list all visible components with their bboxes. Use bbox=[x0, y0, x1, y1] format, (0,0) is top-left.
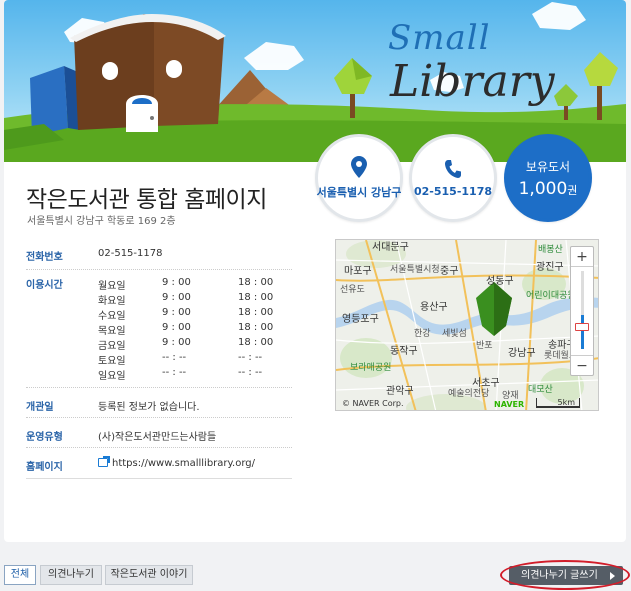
map-label: 중구 bbox=[440, 266, 459, 277]
map-label: 동작구 bbox=[390, 346, 418, 357]
map-copyright: © NAVER Corp. bbox=[342, 399, 404, 408]
hours-table: 월요일 9 : 00 18 : 00 화요일 9 : 00 18 : 00 수요일 9 :… bbox=[98, 276, 288, 382]
phone-row-value: 02-515-1178 bbox=[98, 248, 163, 259]
hours-day: 월요일 bbox=[98, 281, 126, 292]
map-label: 관악구 bbox=[386, 386, 414, 397]
hours-close: 18 : 00 bbox=[238, 322, 274, 333]
hours-day: 수요일 bbox=[98, 311, 126, 322]
map-zoom-control: + − bbox=[570, 246, 594, 376]
hours-close: 18 : 00 bbox=[238, 292, 274, 303]
books-value-wrap: 1,000권 bbox=[519, 179, 578, 199]
books-value: 1,000 bbox=[518, 178, 568, 199]
map-label: 반포 bbox=[476, 341, 493, 351]
hours-close: 18 : 00 bbox=[238, 337, 274, 348]
hours-open: 9 : 00 bbox=[162, 322, 191, 333]
type-row-label: 운영유형 bbox=[26, 432, 63, 443]
map-label: 세빛섬 bbox=[442, 329, 467, 339]
zoom-track-empty bbox=[581, 271, 584, 315]
hours-open: 9 : 00 bbox=[162, 292, 191, 303]
books-unit: 권 bbox=[567, 183, 578, 197]
map-label: 예술의전당 bbox=[448, 389, 490, 399]
brand-library-text: Library bbox=[390, 56, 555, 107]
homepage-row-label: 홈페이지 bbox=[26, 462, 63, 473]
location-circle[interactable]: 서울특별시 강남구 bbox=[315, 134, 403, 222]
hours-open: -- : -- bbox=[162, 367, 187, 378]
tab-discussion[interactable]: 의견나누기 bbox=[40, 565, 102, 585]
zoom-slider-handle[interactable] bbox=[575, 323, 589, 331]
phone-label: 02-515-1178 bbox=[413, 184, 492, 198]
hours-close: 18 : 00 bbox=[238, 307, 274, 318]
hours-open: 9 : 00 bbox=[162, 307, 191, 318]
map-pin-icon bbox=[351, 156, 367, 178]
hours-day: 화요일 bbox=[98, 296, 126, 307]
hours-close: -- : -- bbox=[238, 352, 263, 363]
map-label: 서대문구 bbox=[372, 242, 409, 253]
external-link-icon bbox=[98, 456, 110, 467]
hours-row: 목요일 9 : 00 18 : 00 bbox=[98, 321, 288, 337]
map-label: 한강 bbox=[414, 329, 431, 339]
homepage-link[interactable]: https://www.smalllibrary.org/ bbox=[112, 458, 255, 469]
info-row-hours: 이용시간 월요일 9 : 00 18 : 00 화요일 9 : 00 18 : 00 수… bbox=[26, 270, 292, 388]
map-label: 어린이대공원 bbox=[526, 291, 576, 301]
page-title: 작은도서관 통합 홈페이지 bbox=[26, 187, 267, 213]
info-row-opened: 개관일 등록된 정보가 없습니다. bbox=[26, 388, 292, 418]
info-table: 전화번호 02-515-1178 이용시간 월요일 9 : 00 18 : 00 화… bbox=[26, 238, 292, 479]
hours-open: -- : -- bbox=[162, 352, 187, 363]
hours-row: 금요일 9 : 00 18 : 00 bbox=[98, 336, 288, 352]
location-map[interactable]: 서대문구 마포구 서울특별시청 중구 성동구 광진구 배봉산 어린이대공원 선유… bbox=[335, 239, 599, 411]
brand-logo: Small Library bbox=[388, 18, 588, 106]
info-row-type: 운영유형 (사)작은도서관만드는사람들 bbox=[26, 418, 292, 448]
map-label: 대모산 bbox=[528, 385, 553, 395]
hours-row: 월요일 9 : 00 18 : 00 bbox=[98, 276, 288, 292]
tab-all[interactable]: 전체 bbox=[4, 565, 36, 585]
map-label: 용산구 bbox=[420, 302, 448, 313]
map-label: 배봉산 bbox=[538, 245, 563, 255]
books-count-circle: 보유도서 1,000권 bbox=[504, 134, 592, 222]
hours-row: 토요일 -- : -- -- : -- bbox=[98, 351, 288, 367]
hours-day: 일요일 bbox=[98, 371, 126, 382]
hours-close: -- : -- bbox=[238, 367, 263, 378]
zoom-in-button[interactable]: + bbox=[571, 247, 593, 267]
hours-row: 수요일 9 : 00 18 : 00 bbox=[98, 306, 288, 322]
naver-logo[interactable]: NAVER bbox=[494, 400, 524, 409]
hours-day: 금요일 bbox=[98, 341, 126, 352]
homepage-link-wrap[interactable]: https://www.smalllibrary.org/ bbox=[98, 456, 255, 469]
library-address: 서울특별시 강남구 학동로 169 2층 bbox=[27, 216, 176, 227]
hours-row-label: 이용시간 bbox=[26, 280, 63, 291]
hours-open: 9 : 00 bbox=[162, 337, 191, 348]
opened-row-value: 등록된 정보가 없습니다. bbox=[98, 402, 200, 413]
map-label: 강남구 bbox=[508, 348, 536, 359]
hours-close: 18 : 00 bbox=[238, 277, 274, 288]
type-row-value: (사)작은도서관만드는사람들 bbox=[98, 432, 217, 443]
map-label: 보라매공원 bbox=[350, 363, 392, 373]
info-row-phone: 전화번호 02-515-1178 bbox=[26, 238, 292, 270]
opened-row-label: 개관일 bbox=[26, 402, 54, 413]
map-scale: 5km bbox=[536, 398, 580, 408]
books-title: 보유도서 bbox=[525, 159, 571, 174]
hours-row: 화요일 9 : 00 18 : 00 bbox=[98, 291, 288, 307]
zoom-out-button[interactable]: − bbox=[571, 355, 593, 375]
brand-small-text: Small bbox=[388, 18, 491, 58]
write-post-button[interactable]: 의견나누기 글쓰기 bbox=[509, 566, 623, 585]
location-label: 서울특별시 강남구 bbox=[316, 186, 402, 199]
phone-icon bbox=[445, 159, 461, 178]
hours-day: 목요일 bbox=[98, 326, 126, 337]
page: Small Library 서울특별시 강남구 02-515-1178 보유도서… bbox=[0, 0, 631, 591]
write-post-label: 의견나누기 글쓰기 bbox=[521, 570, 598, 581]
map-label: 마포구 bbox=[344, 266, 372, 277]
hours-open: 9 : 00 bbox=[162, 277, 191, 288]
tab-library-stories[interactable]: 작은도서관 이야기 bbox=[105, 565, 193, 585]
map-label: 영등포구 bbox=[342, 314, 379, 325]
map-label: 성동구 bbox=[486, 276, 514, 287]
map-label: 서울특별시청 bbox=[390, 265, 440, 275]
arrow-right-icon bbox=[610, 572, 615, 580]
hours-row: 일요일 -- : -- -- : -- bbox=[98, 366, 288, 382]
phone-circle[interactable]: 02-515-1178 bbox=[409, 134, 497, 222]
map-label: 광진구 bbox=[536, 262, 564, 273]
hours-day: 토요일 bbox=[98, 356, 126, 367]
info-row-homepage: 홈페이지 https://www.smalllibrary.org/ bbox=[26, 448, 292, 479]
map-label: 선유도 bbox=[340, 285, 365, 295]
phone-row-label: 전화번호 bbox=[26, 252, 63, 263]
